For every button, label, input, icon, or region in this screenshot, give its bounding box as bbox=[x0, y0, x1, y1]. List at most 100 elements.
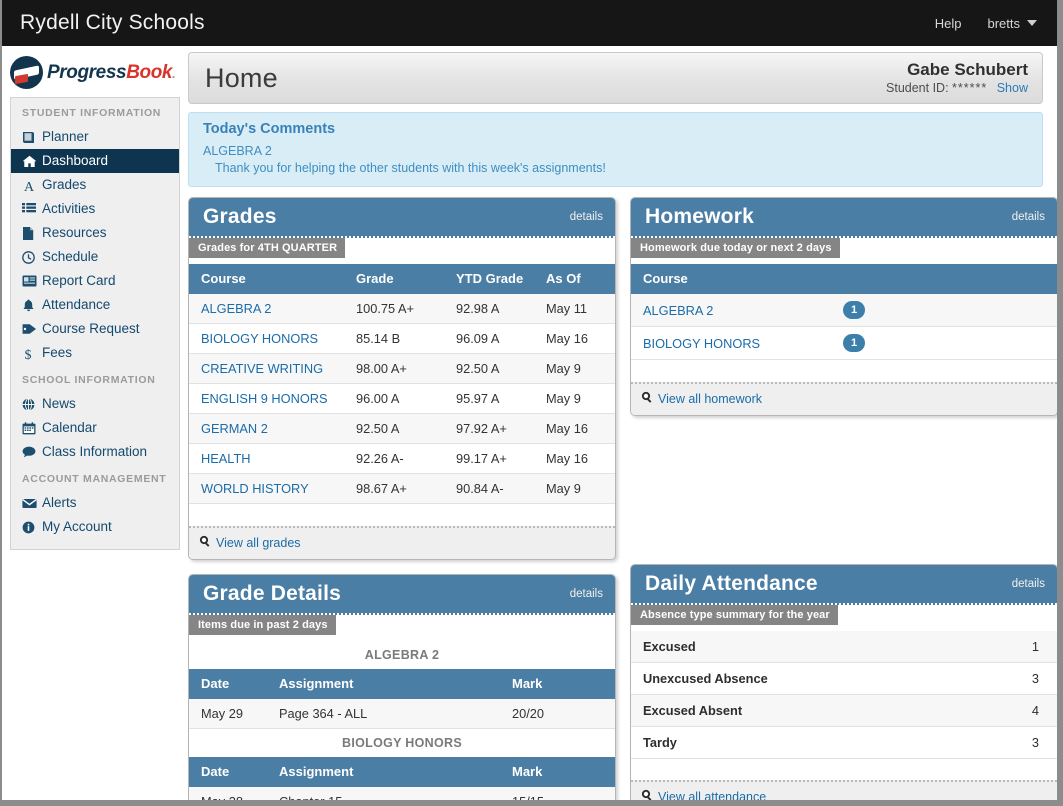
sidebar-item-class-information[interactable]: Class Information bbox=[11, 440, 179, 464]
grade-details-column-date: Date bbox=[189, 668, 267, 699]
sidebar-item-fees[interactable]: $ Fees bbox=[11, 341, 179, 365]
grade-details-column-mark: Mark bbox=[500, 756, 615, 787]
grade-course[interactable]: HEALTH bbox=[189, 443, 344, 474]
student-id-masked-value: ****** bbox=[952, 80, 988, 95]
homework-course[interactable]: BIOLOGY HONORS bbox=[631, 326, 831, 360]
grade-detail-assignment: Chapter 15 bbox=[267, 786, 500, 800]
grade-course[interactable]: BIOLOGY HONORS bbox=[189, 323, 344, 354]
user-menu[interactable]: bretts bbox=[987, 16, 1037, 31]
sidebar-item-calendar[interactable]: Calendar bbox=[11, 416, 179, 440]
homework-details-link[interactable]: details bbox=[1012, 211, 1045, 223]
table-spacer-row bbox=[631, 359, 1057, 382]
grade-course[interactable]: ALGEBRA 2 bbox=[189, 294, 344, 324]
student-id-row: Student ID: ****** Show bbox=[886, 80, 1028, 97]
grade-details-widget: Grade Details details Items due in past … bbox=[188, 573, 616, 800]
sidebar-item-my-account[interactable]: My Account bbox=[11, 515, 179, 539]
grade-ytd: 92.50 A bbox=[444, 353, 534, 384]
view-all-grades-link[interactable]: View all grades bbox=[216, 536, 301, 550]
sidebar-item-news[interactable]: News bbox=[11, 392, 179, 416]
book-icon bbox=[22, 131, 39, 144]
sidebar-item-course-request[interactable]: Course Request bbox=[11, 317, 179, 341]
card-icon bbox=[22, 275, 39, 287]
svg-text:$: $ bbox=[25, 348, 32, 360]
attendance-count: 4 bbox=[966, 694, 1057, 727]
grade-asof: May 9 bbox=[534, 473, 615, 504]
progressbook-app: Rydell City Schools Help bretts Progress… bbox=[0, 0, 1063, 806]
bell-icon bbox=[22, 299, 39, 312]
attendance-widget-title: Daily Attendance bbox=[645, 571, 818, 595]
sidebar-item-activities[interactable]: Activities bbox=[11, 197, 179, 221]
homework-course[interactable]: ALGEBRA 2 bbox=[631, 294, 831, 327]
grades-widget-header: Grades details bbox=[189, 198, 615, 238]
sidebar-item-dashboard[interactable]: Dashboard bbox=[11, 149, 179, 173]
table-row: CREATIVE WRITING 98.00 A+ 92.50 A May 9 bbox=[189, 353, 615, 384]
grades-column-asof: As Of bbox=[534, 264, 615, 294]
grade-detail-date: May 28 bbox=[189, 786, 267, 800]
grade-details-widget-header: Grade Details details bbox=[189, 574, 615, 615]
grades-widget-title: Grades bbox=[203, 205, 277, 228]
sidebar-item-schedule[interactable]: Schedule bbox=[11, 245, 179, 269]
table-row: BIOLOGY HONORS 1 bbox=[631, 326, 1057, 360]
sidebar-item-label: Report Card bbox=[42, 273, 116, 288]
sidebar-item-report-card[interactable]: Report Card bbox=[11, 269, 179, 293]
table-row: WORLD HISTORY 98.67 A+ 90.84 A- May 9 bbox=[189, 473, 615, 504]
grade-ytd: 95.97 A bbox=[444, 383, 534, 414]
sidebar-item-label: Class Information bbox=[42, 444, 148, 459]
attendance-details-link[interactable]: details bbox=[1012, 578, 1045, 590]
sidebar-item-planner[interactable]: Planner bbox=[11, 125, 179, 149]
grades-table-header-row: Course Grade YTD Grade As Of bbox=[189, 264, 615, 294]
sidebar-item-label: Resources bbox=[42, 225, 107, 240]
grade-ytd: 92.98 A bbox=[444, 294, 534, 324]
grade-course[interactable]: WORLD HISTORY bbox=[189, 473, 344, 504]
grade-course[interactable]: GERMAN 2 bbox=[189, 413, 344, 444]
file-icon bbox=[22, 226, 39, 240]
left-widget-column: Grades details Grades for 4TH QUARTER Co… bbox=[188, 197, 616, 800]
grade-asof: May 9 bbox=[534, 353, 615, 384]
homework-widget-title: Homework bbox=[645, 205, 754, 228]
sidebar-item-label: My Account bbox=[42, 519, 112, 534]
grades-widget: Grades details Grades for 4TH QUARTER Co… bbox=[188, 197, 616, 560]
grade-course[interactable]: ENGLISH 9 HONORS bbox=[189, 383, 344, 414]
svg-text:A: A bbox=[24, 180, 35, 192]
homework-widget: Homework details Homework due today or n… bbox=[630, 197, 1057, 416]
progressbook-logo[interactable]: ProgressBook. bbox=[2, 52, 188, 97]
sidebar-item-label: Fees bbox=[42, 345, 73, 360]
attendance-type: Excused bbox=[631, 630, 967, 663]
todays-comments-panel: Today's Comments ALGEBRA 2 Thank you for… bbox=[188, 112, 1043, 187]
attendance-widget-footer: View all attendance bbox=[631, 780, 1057, 800]
show-student-id-link[interactable]: Show bbox=[997, 81, 1028, 95]
grades-details-link[interactable]: details bbox=[570, 211, 603, 223]
attendance-type: Unexcused Absence bbox=[631, 662, 967, 695]
homework-subtitle-bar: Homework due today or next 2 days bbox=[631, 238, 1057, 264]
grade-details-details-link[interactable]: details bbox=[570, 588, 603, 600]
grade-details-header-row: Date Assignment Mark bbox=[189, 668, 615, 699]
grade-asof: May 9 bbox=[534, 383, 615, 414]
view-all-attendance-link[interactable]: View all attendance bbox=[658, 790, 766, 800]
grade-course[interactable]: CREATIVE WRITING bbox=[189, 353, 344, 384]
grade-value: 98.00 A+ bbox=[344, 353, 444, 384]
grade-details-table-biology: Date Assignment Mark May 28 Chapter 15 1… bbox=[189, 756, 615, 800]
grade-details-table-algebra: Date Assignment Mark May 29 Page 364 - A… bbox=[189, 668, 615, 729]
sidebar-item-grades[interactable]: A Grades bbox=[11, 173, 179, 197]
homework-table: Course ALGEBRA 2 1 BIOLOGY HONORS 1 bbox=[631, 264, 1057, 382]
sidebar-item-resources[interactable]: Resources bbox=[11, 221, 179, 245]
progressbook-emblem-icon bbox=[10, 56, 43, 89]
magnifier-icon bbox=[641, 390, 653, 408]
sidebar-item-label: Planner bbox=[42, 129, 89, 144]
dashboard-widget-grid: Grades details Grades for 4TH QUARTER Co… bbox=[188, 197, 1057, 800]
homework-subtitle-label: Homework due today or next 2 days bbox=[631, 238, 840, 258]
attendance-widget-header: Daily Attendance details bbox=[631, 564, 1057, 605]
grade-detail-mark: 20/20 bbox=[500, 698, 615, 729]
grade-details-column-assignment: Assignment bbox=[267, 756, 500, 787]
table-row: Tardy 3 bbox=[631, 726, 1057, 759]
comment-course-name: ALGEBRA 2 bbox=[203, 144, 272, 158]
view-all-homework-link[interactable]: View all homework bbox=[658, 392, 762, 406]
help-link[interactable]: Help bbox=[935, 16, 962, 31]
grade-detail-mark: 15/15 bbox=[500, 786, 615, 800]
grade-asof: May 16 bbox=[534, 413, 615, 444]
attendance-count: 3 bbox=[966, 662, 1057, 695]
magnifier-icon bbox=[199, 534, 211, 552]
sidebar-item-alerts[interactable]: Alerts bbox=[11, 491, 179, 515]
sidebar-item-label: Alerts bbox=[42, 495, 77, 510]
sidebar-item-attendance[interactable]: Attendance bbox=[11, 293, 179, 317]
